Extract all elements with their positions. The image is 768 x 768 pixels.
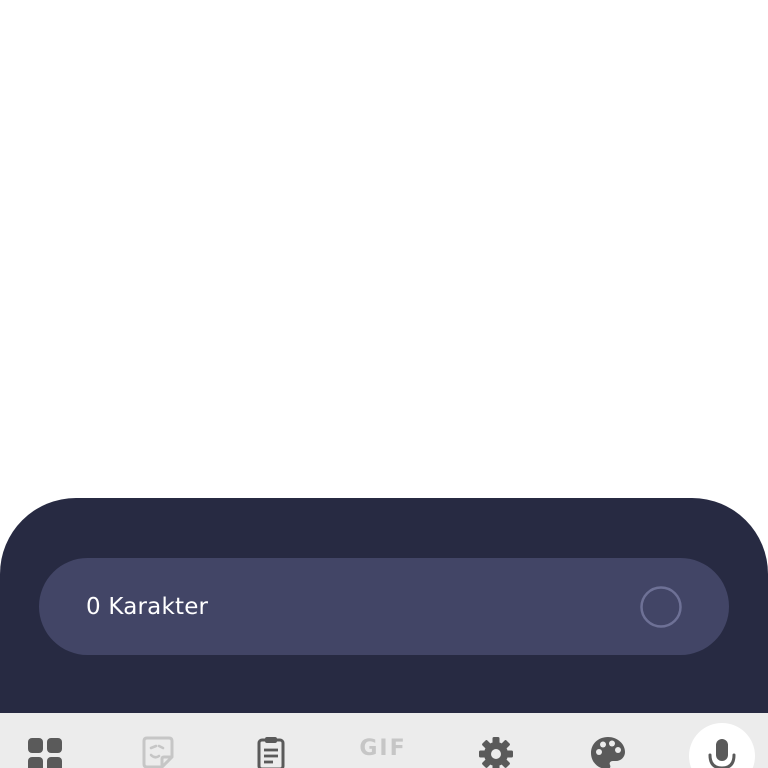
gif-icon: GIF	[359, 736, 407, 761]
keyboard-screen: 0 Karakter GIF	[0, 0, 768, 768]
character-progress-ring-icon	[640, 585, 682, 628]
toolbar-apps-grid-button[interactable]	[21, 735, 69, 768]
character-count-label: 0 Karakter	[86, 593, 209, 620]
gear-icon	[479, 737, 513, 768]
composer-panel: 0 Karakter	[0, 498, 768, 713]
toolbar-gif-button[interactable]: GIF	[359, 735, 407, 768]
toolbar-clipboard-button[interactable]	[247, 735, 295, 768]
toolbar-stickers-button[interactable]	[134, 735, 182, 768]
character-counter-bar: 0 Karakter	[39, 558, 729, 655]
mic-icon	[708, 739, 736, 768]
sticker-icon	[142, 736, 174, 768]
clipboard-icon	[257, 737, 285, 768]
blank-content-area	[0, 0, 768, 498]
keyboard-toolbar: GIF	[0, 713, 768, 768]
toolbar-settings-button[interactable]	[472, 735, 520, 768]
palette-icon	[591, 737, 625, 768]
grid-icon	[28, 738, 62, 768]
toolbar-themes-button[interactable]	[584, 735, 632, 768]
